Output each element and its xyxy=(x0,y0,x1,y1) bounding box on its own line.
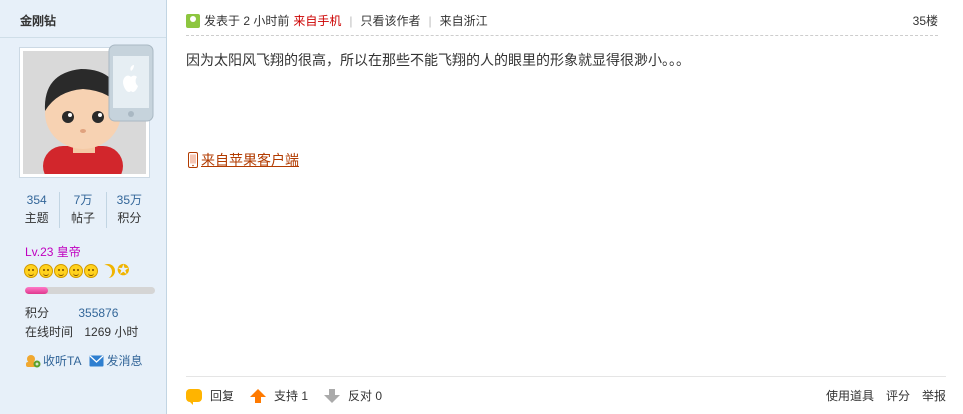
smiley-icon xyxy=(39,264,53,278)
oppose-button[interactable]: 反对 0 xyxy=(324,387,382,404)
floor-number[interactable]: 35楼 xyxy=(913,12,938,29)
online-time-value: 1269 小时 xyxy=(84,325,139,339)
stat-value: 354 xyxy=(26,193,47,207)
envelope-icon xyxy=(89,355,104,366)
footer-tools: 使用道具 评分 举报 xyxy=(826,387,946,404)
mobile-phone-icon xyxy=(188,152,198,168)
iphone-icon xyxy=(108,44,154,122)
send-message-button[interactable]: 发消息 xyxy=(89,352,142,369)
only-author-link[interactable]: 只看该作者 xyxy=(360,12,420,29)
post-header: 发表于 2 小时前 来自手机 | 只看该作者 | 来自浙江 35楼 xyxy=(186,12,938,36)
stat-value: 35万 xyxy=(116,193,142,207)
smiley-icon xyxy=(69,264,83,278)
user-sidebar: 金刚钻 354 主题 7万 帖子 35万 积分 Lv.23 皇帝 ✪ 积分 35… xyxy=(0,0,167,414)
posted-time: 发表于 2 小时前 xyxy=(204,14,290,28)
thumbs-up-arrow-icon xyxy=(250,388,267,403)
use-tools-link[interactable]: 使用道具 xyxy=(826,387,874,404)
points-value[interactable]: 355876 xyxy=(78,306,118,320)
username[interactable]: 金刚钻 xyxy=(0,0,166,38)
client-source: 来自苹果客户端 xyxy=(188,150,299,170)
stat-label: 帖子 xyxy=(70,211,95,225)
follow-icon xyxy=(26,354,41,367)
smiley-icon xyxy=(84,264,98,278)
support-label: 支持 1 xyxy=(274,389,309,403)
stat-label: 主题 xyxy=(24,211,49,225)
level-progress-bar xyxy=(25,287,155,294)
post-location: 来自浙江 xyxy=(439,14,488,28)
smiley-icon xyxy=(24,264,38,278)
oppose-label: 反对 0 xyxy=(348,389,383,403)
stat-posts[interactable]: 7万 帖子 xyxy=(60,192,107,228)
stat-threads[interactable]: 354 主题 xyxy=(14,192,61,228)
separator: | xyxy=(428,13,432,28)
user-stats: 354 主题 7万 帖子 35万 积分 xyxy=(14,192,152,228)
follow-button[interactable]: 收听TA xyxy=(25,352,81,369)
user-actions: 收听TA 发消息 xyxy=(25,352,142,369)
from-mobile-link[interactable]: 来自手机 xyxy=(293,12,341,29)
stat-label: 积分 xyxy=(117,211,142,225)
level-stars: ✪ xyxy=(24,262,130,279)
post-footer: 回复 支持 1 反对 0 使用道具 评分 举报 xyxy=(186,376,946,414)
post-body: 发表于 2 小时前 来自手机 | 只看该作者 | 来自浙江 35楼 因为太阳风飞… xyxy=(168,0,963,414)
reply-icon xyxy=(186,389,202,405)
stat-value: 7万 xyxy=(73,193,93,207)
support-button[interactable]: 支持 1 xyxy=(250,387,308,404)
smiley-icon xyxy=(54,264,68,278)
thumbs-down-arrow-icon xyxy=(324,388,341,403)
separator: | xyxy=(349,13,353,28)
report-link[interactable]: 举报 xyxy=(922,387,946,404)
moon-icon xyxy=(101,264,115,278)
user-level[interactable]: Lv.23 皇帝 xyxy=(25,243,81,260)
apple-client-link[interactable]: 来自苹果客户端 xyxy=(201,150,299,170)
post-content: 因为太阳风飞翔的很高，所以在那些不能飞翔的人的眼里的形象就显得很渺小。。。 xyxy=(186,52,690,68)
points-label: 积分 xyxy=(25,306,50,320)
online-user-icon xyxy=(186,13,200,28)
rate-link[interactable]: 评分 xyxy=(886,387,910,404)
points-row: 积分 355876 xyxy=(25,304,118,321)
follow-label: 收听TA xyxy=(43,354,82,368)
online-time-row: 在线时间 1269 小时 xyxy=(25,323,138,340)
stat-points[interactable]: 35万 积分 xyxy=(107,192,152,228)
online-time-label: 在线时间 xyxy=(25,325,74,339)
star-icon: ✪ xyxy=(117,262,130,279)
level-progress-fill xyxy=(25,287,49,294)
reply-button[interactable]: 回复 xyxy=(186,387,235,405)
reply-label: 回复 xyxy=(210,389,235,403)
send-message-label: 发消息 xyxy=(106,354,143,368)
